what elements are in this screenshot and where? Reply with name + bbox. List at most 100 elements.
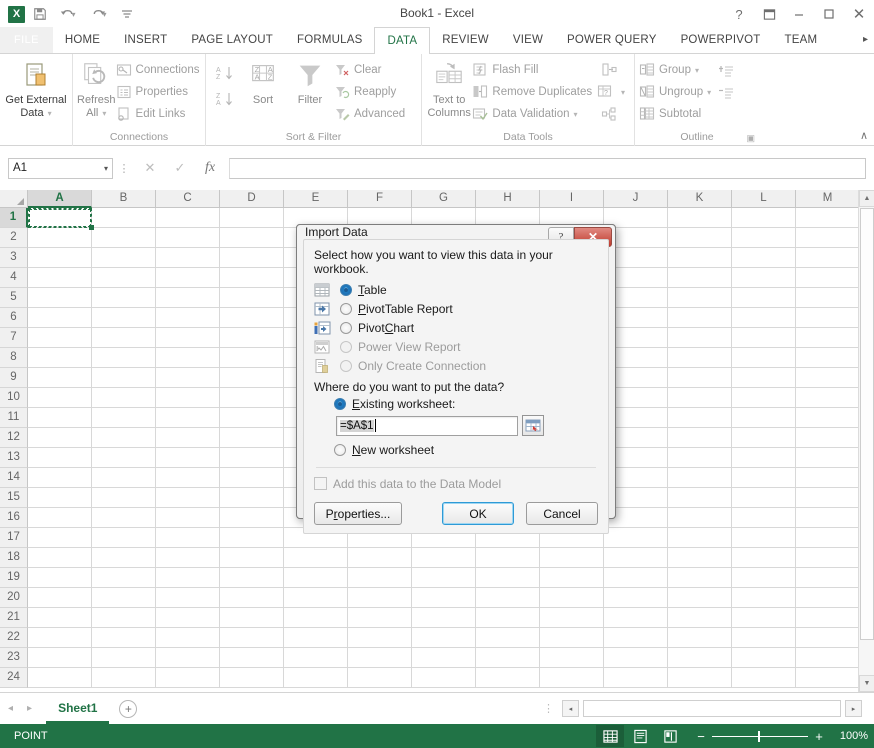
sheet-prev-icon[interactable]: ◂ [8, 703, 13, 714]
cell-L18[interactable] [732, 548, 796, 568]
cell-C7[interactable] [156, 328, 220, 348]
cell-D24[interactable] [220, 668, 284, 688]
cell-A18[interactable] [28, 548, 92, 568]
cell-K10[interactable] [668, 388, 732, 408]
what-if-analysis-button[interactable]: ? ▾ [596, 81, 630, 103]
row-header-14[interactable]: 14 [0, 468, 28, 488]
cell-C20[interactable] [156, 588, 220, 608]
cell-A11[interactable] [28, 408, 92, 428]
cell-D6[interactable] [220, 308, 284, 328]
zoom-slider-track[interactable] [712, 730, 808, 742]
cell-L12[interactable] [732, 428, 796, 448]
scroll-down-icon[interactable]: ▼ [859, 675, 874, 692]
cell-M6[interactable] [796, 308, 860, 328]
cell-D11[interactable] [220, 408, 284, 428]
cell-D8[interactable] [220, 348, 284, 368]
zoom-control[interactable]: − + 100% [696, 729, 868, 744]
properties-button[interactable]: Pr operties... [314, 502, 402, 525]
tab-overflow-icon[interactable]: ▸ [857, 27, 874, 53]
cell-H23[interactable] [476, 648, 540, 668]
cell-A17[interactable] [28, 528, 92, 548]
zoom-out-icon[interactable]: − [696, 729, 706, 744]
cell-M17[interactable] [796, 528, 860, 548]
cell-H20[interactable] [476, 588, 540, 608]
cell-K12[interactable] [668, 428, 732, 448]
cell-A15[interactable] [28, 488, 92, 508]
tab-powerpivot[interactable]: POWERPIVOT [669, 27, 773, 53]
cell-M3[interactable] [796, 248, 860, 268]
cell-B11[interactable] [92, 408, 156, 428]
cell-D5[interactable] [220, 288, 284, 308]
sheet-next-icon[interactable]: ▸ [27, 703, 32, 714]
hide-detail-button[interactable] [715, 83, 737, 105]
cell-D15[interactable] [220, 488, 284, 508]
cell-D23[interactable] [220, 648, 284, 668]
ungroup-button[interactable]: Ungroup ▾ [639, 81, 715, 103]
option-row-pivotchart[interactable]: PivotChart [314, 318, 598, 337]
data-validation-button[interactable]: Data Validation ▾ [472, 103, 596, 125]
cell-L7[interactable] [732, 328, 796, 348]
cell-B23[interactable] [92, 648, 156, 668]
chevron-down-icon[interactable]: ▾ [48, 109, 52, 118]
row-header-3[interactable]: 3 [0, 248, 28, 268]
cell-C23[interactable] [156, 648, 220, 668]
cell-L9[interactable] [732, 368, 796, 388]
cell-J21[interactable] [604, 608, 668, 628]
cell-L21[interactable] [732, 608, 796, 628]
text-to-columns-button[interactable]: Text to Columns [426, 57, 472, 120]
column-header-J[interactable]: J [604, 190, 668, 208]
cell-D17[interactable] [220, 528, 284, 548]
page-break-preview-icon[interactable] [656, 725, 684, 747]
option-row-new-worksheet[interactable]: New worksheet [314, 440, 598, 459]
cell-K24[interactable] [668, 668, 732, 688]
cell-L10[interactable] [732, 388, 796, 408]
cell-K8[interactable] [668, 348, 732, 368]
option-row-table[interactable]: Table [314, 280, 598, 299]
cell-L24[interactable] [732, 668, 796, 688]
column-header-D[interactable]: D [220, 190, 284, 208]
cell-L16[interactable] [732, 508, 796, 528]
cell-C24[interactable] [156, 668, 220, 688]
row-header-20[interactable]: 20 [0, 588, 28, 608]
chevron-down-icon[interactable]: ▾ [695, 66, 699, 75]
cell-A2[interactable] [28, 228, 92, 248]
cell-C21[interactable] [156, 608, 220, 628]
cell-M14[interactable] [796, 468, 860, 488]
row-header-17[interactable]: 17 [0, 528, 28, 548]
tab-power-query[interactable]: POWER QUERY [555, 27, 669, 53]
cell-B15[interactable] [92, 488, 156, 508]
cell-K19[interactable] [668, 568, 732, 588]
cell-C3[interactable] [156, 248, 220, 268]
row-header-22[interactable]: 22 [0, 628, 28, 648]
cancel-button[interactable]: Cancel [526, 502, 598, 525]
cell-G24[interactable] [412, 668, 476, 688]
vertical-scrollbar[interactable]: ▲ ▼ [858, 190, 874, 692]
cell-M8[interactable] [796, 348, 860, 368]
cell-J20[interactable] [604, 588, 668, 608]
cell-D2[interactable] [220, 228, 284, 248]
tab-team[interactable]: TEAM [773, 27, 830, 53]
column-header-F[interactable]: F [348, 190, 412, 208]
cell-M2[interactable] [796, 228, 860, 248]
cell-M16[interactable] [796, 508, 860, 528]
cell-F20[interactable] [348, 588, 412, 608]
column-header-K[interactable]: K [668, 190, 732, 208]
row-header-15[interactable]: 15 [0, 488, 28, 508]
chevron-down-icon[interactable]: ▾ [621, 88, 625, 97]
cell-M18[interactable] [796, 548, 860, 568]
cell-F19[interactable] [348, 568, 412, 588]
cell-C6[interactable] [156, 308, 220, 328]
sort-button[interactable]: ZAAZ Sort [240, 57, 286, 107]
cell-A22[interactable] [28, 628, 92, 648]
cell-E21[interactable] [284, 608, 348, 628]
scroll-up-icon[interactable]: ▲ [859, 190, 874, 207]
column-header-B[interactable]: B [92, 190, 156, 208]
tab-file[interactable]: FILE [0, 27, 53, 53]
radio-pivottable-report[interactable] [340, 302, 352, 315]
clear-filter-button[interactable]: Clear [334, 59, 409, 81]
row-header-11[interactable]: 11 [0, 408, 28, 428]
cell-J23[interactable] [604, 648, 668, 668]
cell-B10[interactable] [92, 388, 156, 408]
cell-B12[interactable] [92, 428, 156, 448]
flash-fill-button[interactable]: Flash Fill [472, 59, 596, 81]
